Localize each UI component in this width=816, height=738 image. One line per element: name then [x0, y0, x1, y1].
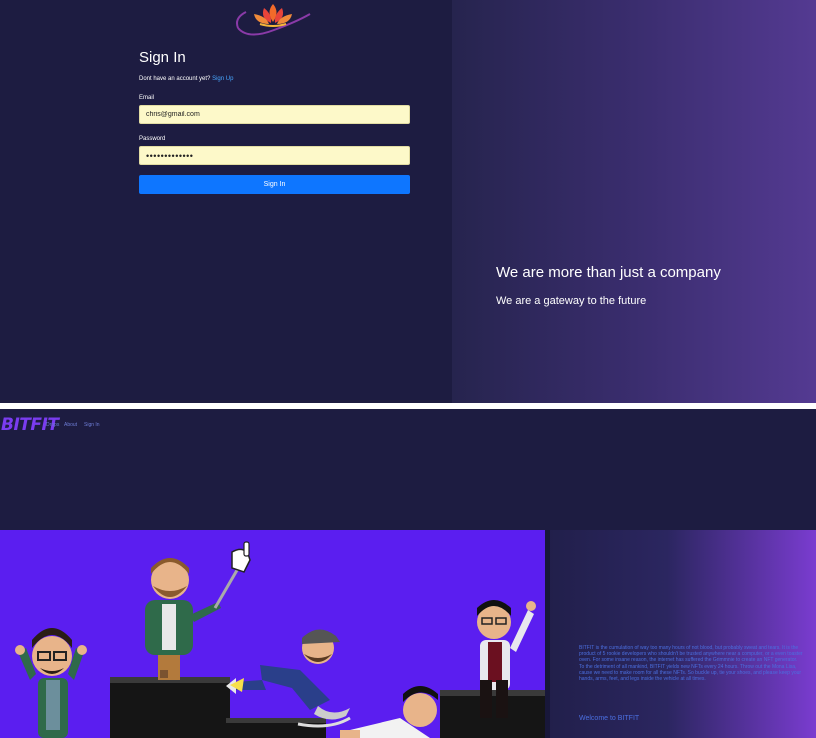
hero-subheading: We are a gateway to the future	[496, 295, 647, 307]
password-field[interactable]	[139, 146, 410, 165]
cartoon-avatars-illustration	[15, 541, 545, 738]
about-panel: BITFIT is the cumulation of way too many…	[545, 530, 816, 738]
avatar-bearded-man	[145, 541, 251, 680]
email-label: Email	[139, 95, 155, 101]
landing-screen: BITFIT Drops About Sign In BITFIT is the…	[0, 409, 816, 738]
password-label: Password	[139, 136, 166, 142]
signin-panel: Sign In Dont have an account yet? Sign U…	[0, 0, 452, 403]
nav-link-signin[interactable]: Sign In	[84, 422, 100, 428]
signup-link[interactable]: Sign Up	[212, 76, 233, 82]
email-field[interactable]	[139, 105, 410, 124]
about-text: BITFIT is the cumulation of way too many…	[579, 645, 803, 683]
avatar-cap-man	[226, 629, 351, 728]
signin-screen: Sign In Dont have an account yet? Sign U…	[0, 0, 816, 403]
nav-link-about[interactable]: About	[64, 422, 77, 428]
nav-link-drops[interactable]: Drops	[46, 422, 59, 428]
signin-title: Sign In	[139, 49, 186, 66]
hero-heading: We are more than just a company	[496, 264, 721, 281]
avatars-illustration	[0, 530, 545, 738]
no-account-text: Dont have an account yet?	[139, 76, 211, 82]
lotus-logo-icon	[236, 4, 311, 36]
avatar-glasses-man	[15, 628, 87, 738]
signup-prompt: Dont have an account yet? Sign Up	[139, 76, 233, 82]
hero-panel	[452, 0, 816, 403]
welcome-text: Welcome to BITFIT	[579, 715, 640, 722]
navbar: BITFIT Drops About Sign In	[0, 409, 816, 530]
avatar-lying-man	[340, 686, 438, 738]
signin-button[interactable]: Sign In	[139, 175, 410, 194]
